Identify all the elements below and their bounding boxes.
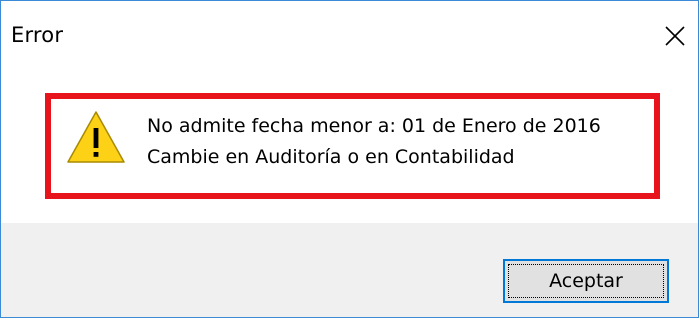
accept-button-label: Aceptar xyxy=(508,264,664,298)
accept-button[interactable]: Aceptar xyxy=(503,259,669,303)
error-dialog: Error No admite fecha menor a: 01 de Ene… xyxy=(0,0,699,318)
error-message: No admite fecha menor a: 01 de Enero de … xyxy=(147,111,601,173)
message-line-2: Cambie en Auditoría o en Contabilidad xyxy=(147,146,515,168)
message-area: No admite fecha menor a: 01 de Enero de … xyxy=(1,71,698,223)
close-button[interactable] xyxy=(658,19,692,53)
message-line-1: No admite fecha menor a: 01 de Enero de … xyxy=(147,115,601,137)
window-title: Error xyxy=(11,23,64,47)
button-bar: Aceptar xyxy=(1,223,698,317)
title-bar[interactable]: Error xyxy=(1,1,698,71)
warning-icon xyxy=(67,111,125,163)
close-icon xyxy=(665,26,685,46)
